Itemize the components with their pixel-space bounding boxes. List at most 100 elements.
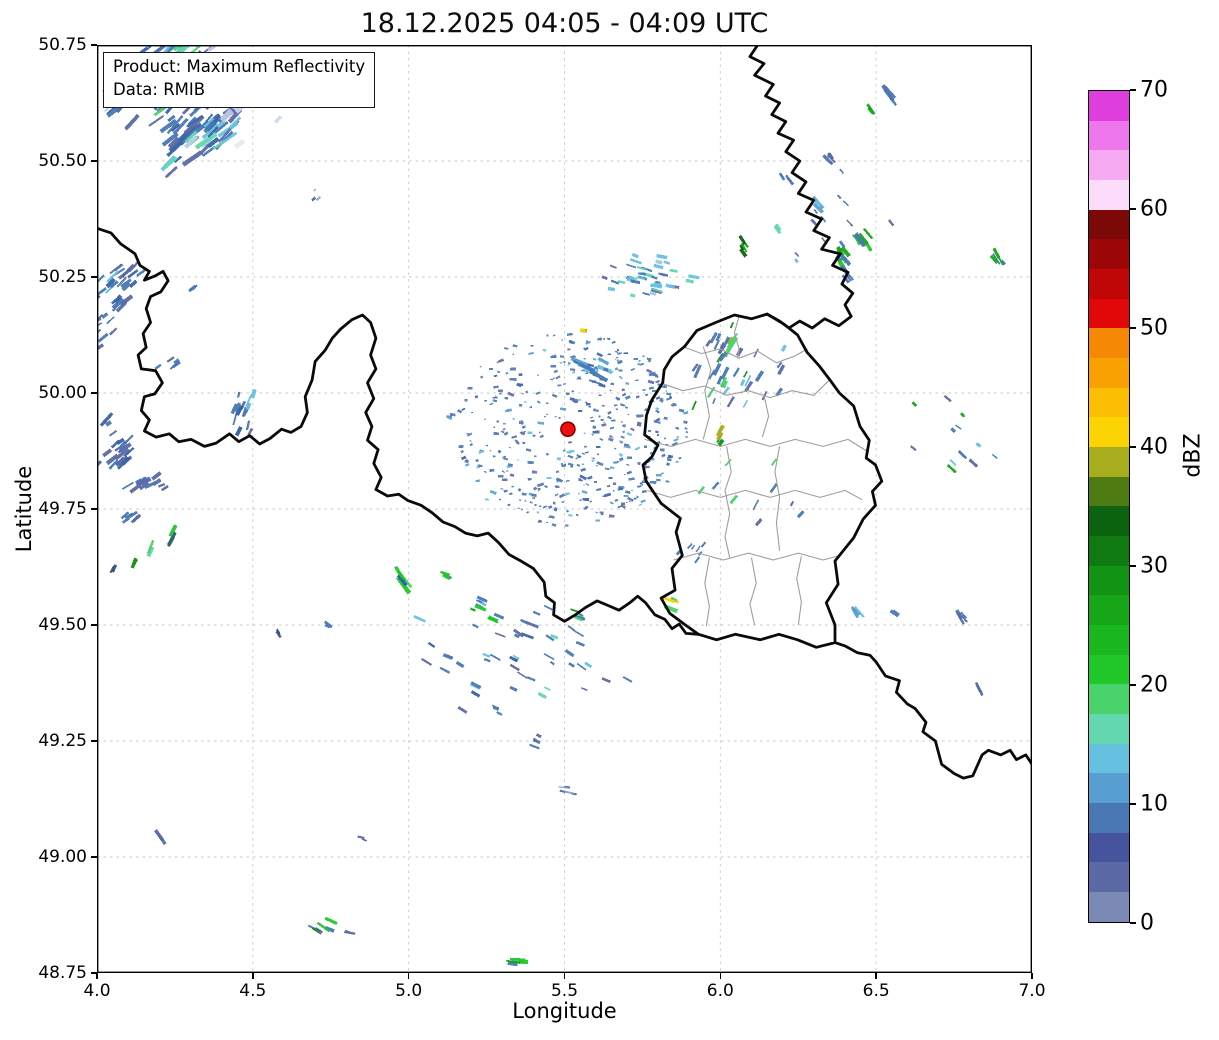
echo-cluster-east-streak-643 bbox=[851, 606, 865, 619]
colorbar bbox=[1088, 90, 1130, 923]
y-tick-mark bbox=[91, 972, 97, 974]
border-path-regional bbox=[646, 489, 863, 501]
colorbar-tick-label: 60 bbox=[1140, 196, 1168, 222]
colorbar-tick-mark bbox=[1130, 684, 1136, 686]
colorbar-band bbox=[1089, 832, 1129, 863]
echo-cluster-dashes-550 bbox=[558, 785, 577, 796]
echo-cluster-dash-485-south bbox=[357, 835, 368, 842]
echo-cluster-ne-right-689 bbox=[989, 247, 1007, 266]
x-tick-mark bbox=[563, 973, 566, 979]
x-tick-label: 4.5 bbox=[239, 981, 267, 1001]
echo-cluster-ne-blue-623 bbox=[785, 174, 795, 186]
echo-cluster-dark-west-4 bbox=[109, 564, 118, 574]
colorbar-band bbox=[1089, 358, 1129, 388]
echo-cluster-specks-543 bbox=[529, 733, 542, 750]
echo-cluster-ne-green-646 bbox=[852, 227, 874, 252]
border-path-regional bbox=[704, 557, 710, 627]
border-path-national bbox=[748, 45, 855, 330]
x-tick-mark bbox=[719, 973, 722, 979]
y-tick-mark bbox=[91, 508, 97, 510]
border-path-national bbox=[641, 312, 884, 649]
colorbar-tick-label: 40 bbox=[1140, 434, 1168, 460]
echo-cluster-ne-cyan-631 bbox=[812, 195, 825, 214]
echo-cluster-left-specks bbox=[120, 510, 142, 524]
colorbar-band bbox=[1089, 743, 1129, 774]
plot-title: 18.12.2025 04:05 - 04:09 UTC bbox=[360, 8, 769, 39]
y-tick-label: 49.25 bbox=[38, 731, 87, 751]
colorbar-band bbox=[1089, 387, 1129, 418]
y-tick-mark bbox=[91, 624, 97, 626]
x-tick-label: 7.0 bbox=[1018, 981, 1046, 1001]
border-path-regional bbox=[749, 557, 757, 626]
colorbar-band bbox=[1089, 536, 1129, 566]
border-path-regional bbox=[796, 556, 802, 626]
x-tick-mark bbox=[875, 973, 877, 979]
colorbar-tick-mark bbox=[1130, 327, 1136, 329]
echo-cluster-south-field bbox=[413, 599, 633, 714]
echo-cluster-left-edge-lower bbox=[97, 412, 135, 471]
x-tick-label: 5.0 bbox=[395, 981, 423, 1001]
colorbar-tick-mark bbox=[1130, 208, 1136, 210]
y-tick-mark bbox=[91, 392, 97, 394]
map-canvas bbox=[97, 45, 1032, 973]
colorbar-band bbox=[1089, 417, 1129, 448]
echo-cluster-blue-480-south bbox=[344, 929, 356, 935]
colorbar-band bbox=[1089, 91, 1129, 121]
echo-cluster-speck-470 bbox=[311, 188, 322, 202]
echo-cluster-lux-yellow-cluster bbox=[715, 424, 726, 447]
grid-lines bbox=[97, 45, 1032, 973]
colorbar-tick-mark bbox=[1130, 446, 1136, 448]
echo-cluster-green-535-bottom bbox=[506, 957, 528, 967]
colorbar-band bbox=[1089, 209, 1129, 240]
y-tick-mark bbox=[91, 740, 97, 742]
y-tick-label: 50.00 bbox=[38, 383, 87, 403]
border-path-regional bbox=[682, 346, 808, 364]
echo-cluster-green-497 bbox=[394, 565, 413, 595]
y-tick-label: 49.75 bbox=[38, 499, 87, 519]
y-tick-label: 50.25 bbox=[38, 267, 87, 287]
echo-cluster-left-lower-row bbox=[121, 471, 169, 494]
echo-cluster-ne-blue-636 bbox=[822, 152, 836, 166]
echo-cluster-east-streak-678 bbox=[955, 609, 968, 625]
x-tick-mark bbox=[96, 973, 98, 979]
x-tick-label: 5.5 bbox=[550, 981, 579, 1001]
colorbar-tick-mark bbox=[1130, 803, 1136, 805]
y-tick-label: 50.50 bbox=[38, 151, 87, 171]
colorbar-band bbox=[1089, 239, 1129, 270]
colorbar-band bbox=[1089, 803, 1129, 833]
echo-cluster-ne-scatter-misc bbox=[778, 168, 895, 264]
x-tick-label: 4.0 bbox=[83, 981, 111, 1001]
echo-cluster-green-512 bbox=[440, 570, 452, 581]
echo-cluster-ne-teal-619 bbox=[773, 223, 782, 235]
colorbar-band bbox=[1089, 773, 1129, 804]
radar-map-figure: 18.12.2025 04:05 - 04:09 UTC Product: Ma… bbox=[0, 0, 1219, 1040]
colorbar-tick-mark bbox=[1130, 922, 1136, 924]
colorbar-tick-label: 0 bbox=[1140, 910, 1154, 936]
colorbar-band bbox=[1089, 714, 1129, 744]
echo-cluster-nne-field bbox=[601, 252, 700, 298]
y-tick-mark bbox=[91, 44, 97, 46]
product-info-line1: Product: Maximum Reflectivity bbox=[113, 57, 366, 76]
echo-cluster-left-edge-upper2 bbox=[97, 312, 118, 352]
x-tick-mark bbox=[252, 973, 254, 979]
colorbar-band bbox=[1089, 625, 1129, 655]
y-tick-mark bbox=[91, 276, 97, 278]
echo-cluster-streak-420-south bbox=[154, 829, 167, 846]
colorbar-band bbox=[1089, 862, 1129, 893]
y-tick-label: 49.50 bbox=[38, 615, 87, 635]
border-path-regional bbox=[774, 446, 781, 551]
radar-site-marker bbox=[560, 421, 576, 437]
product-info-box: Product: Maximum Reflectivity Data: RMIB bbox=[103, 52, 376, 108]
echo-cluster-dark-458 bbox=[275, 628, 282, 639]
colorbar-units-label: dBZ bbox=[1180, 433, 1206, 478]
border-path-regional bbox=[644, 438, 868, 452]
y-tick-mark bbox=[91, 856, 97, 858]
echo-cluster-green-west-3 bbox=[166, 524, 178, 547]
x-axis-label: Longitude bbox=[512, 999, 617, 1023]
echo-cluster-ne-green-607 bbox=[738, 234, 749, 258]
colorbar-band bbox=[1089, 506, 1129, 537]
colorbar-band bbox=[1089, 892, 1129, 922]
border-path-national bbox=[833, 641, 1032, 780]
regional-borders bbox=[644, 316, 868, 627]
echo-cluster-east-streak-655 bbox=[889, 609, 900, 618]
